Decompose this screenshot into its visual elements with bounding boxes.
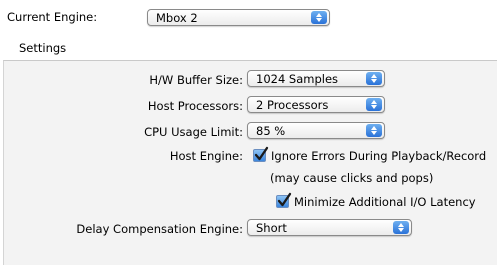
cpu-limit-popup[interactable]: 85 % [247,122,385,139]
host-engine-label: Host Engine: [169,149,243,163]
current-engine-value: Mbox 2 [156,11,198,25]
delay-comp-label: Delay Compensation Engine: [76,222,243,236]
popup-arrows-icon [366,72,382,85]
ignore-errors-checkbox[interactable] [253,146,269,162]
minimize-latency-label: Minimize Additional I/O Latency [294,195,476,209]
cpu-limit-value: 85 % [256,124,286,138]
host-processors-value: 2 Processors [256,98,329,112]
minimize-latency-checkbox[interactable] [276,192,292,208]
current-engine-popup[interactable]: Mbox 2 [147,9,330,26]
host-processors-label: Host Processors: [147,99,243,113]
cpu-limit-label: CPU Usage Limit: [144,125,243,139]
host-processors-popup[interactable]: 2 Processors [247,96,385,113]
hw-buffer-popup[interactable]: 1024 Samples [247,70,385,87]
popup-arrows-icon [311,11,327,24]
hw-buffer-label: H/W Buffer Size: [149,73,243,87]
popup-arrows-icon [393,221,409,234]
popup-arrows-icon [366,124,382,137]
ignore-errors-label: Ignore Errors During Playback/Record [271,149,487,163]
hw-buffer-value: 1024 Samples [256,72,339,86]
ignore-errors-note: (may cause clicks and pops) [270,171,434,185]
delay-comp-popup[interactable]: Short [247,219,412,236]
delay-comp-value: Short [256,221,287,235]
settings-group-title: Settings [19,41,67,55]
checkmark-icon [254,146,269,161]
checkmark-icon [277,192,292,207]
popup-arrows-icon [366,98,382,111]
current-engine-label: Current Engine: [7,10,98,24]
